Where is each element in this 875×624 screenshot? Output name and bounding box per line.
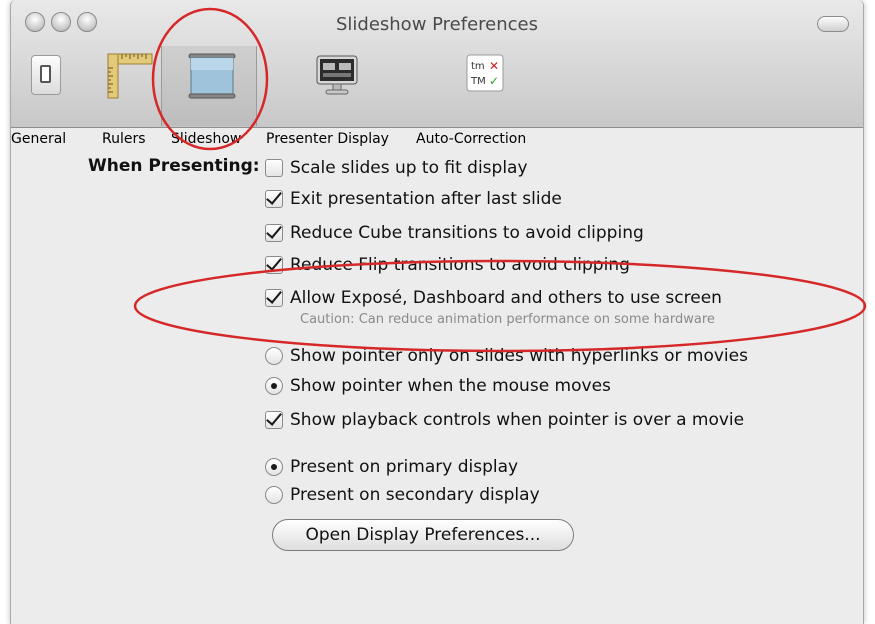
reduce-cube-checkbox[interactable] — [265, 224, 283, 242]
allow-expose-label: Allow Exposé, Dashboard and others to us… — [290, 288, 722, 308]
playback-controls-label: Show playback controls when pointer is o… — [290, 410, 745, 430]
reduce-flip-label: Reduce Flip transitions to avoid clippin… — [290, 255, 630, 275]
option-primary-display[interactable]: Present on primary display — [265, 454, 518, 480]
pointer-hyperlinks-radio[interactable] — [265, 347, 283, 365]
playback-controls-checkbox[interactable] — [265, 411, 283, 429]
option-pointer-hyperlinks[interactable]: Show pointer only on slides with hyperli… — [265, 343, 748, 369]
scale-slides-checkbox[interactable] — [265, 159, 283, 177]
primary-display-label: Present on primary display — [290, 457, 519, 477]
option-pointer-mouse-moves[interactable]: Show pointer when the mouse moves — [265, 373, 611, 399]
when-presenting-label: When Presenting: — [88, 156, 260, 176]
option-playback-controls[interactable]: Show playback controls when pointer is o… — [265, 407, 744, 433]
pointer-mouse-moves-radio[interactable] — [265, 377, 283, 395]
reduce-flip-checkbox[interactable] — [265, 256, 283, 274]
open-display-preferences-button[interactable]: Open Display Preferences... — [272, 519, 574, 551]
reduce-cube-label: Reduce Cube transitions to avoid clippin… — [290, 223, 644, 243]
allow-expose-checkbox[interactable] — [265, 289, 283, 307]
option-reduce-cube[interactable]: Reduce Cube transitions to avoid clippin… — [265, 220, 644, 246]
scale-slides-label: Scale slides up to fit display — [290, 158, 528, 178]
secondary-display-label: Present on secondary display — [290, 485, 540, 505]
primary-display-radio[interactable] — [265, 458, 283, 476]
preferences-content: When Presenting: Scale slides up to fit … — [0, 0, 875, 624]
exit-after-last-checkbox[interactable] — [265, 190, 283, 208]
option-reduce-flip[interactable]: Reduce Flip transitions to avoid clippin… — [265, 252, 630, 278]
option-secondary-display[interactable]: Present on secondary display — [265, 482, 540, 508]
caution-note: Caution: Can reduce animation performanc… — [300, 312, 715, 327]
option-allow-expose[interactable]: Allow Exposé, Dashboard and others to us… — [265, 285, 722, 311]
pointer-mouse-moves-label: Show pointer when the mouse moves — [290, 376, 611, 396]
pointer-hyperlinks-label: Show pointer only on slides with hyperli… — [290, 346, 748, 366]
option-exit-after-last[interactable]: Exit presentation after last slide — [265, 186, 562, 212]
exit-after-last-label: Exit presentation after last slide — [290, 189, 562, 209]
secondary-display-radio[interactable] — [265, 486, 283, 504]
option-scale-slides[interactable]: Scale slides up to fit display — [265, 155, 528, 181]
